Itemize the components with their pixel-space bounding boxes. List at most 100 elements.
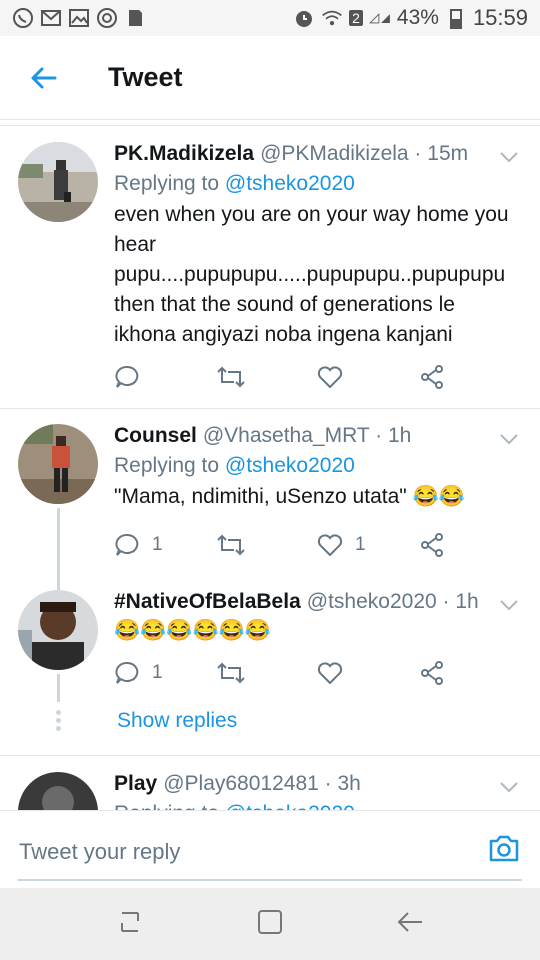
author-handle: @PKMadikizela · 15m [260, 142, 469, 165]
like-count: 1 [355, 534, 366, 555]
author-name[interactable]: PK.Madikizela [114, 142, 254, 166]
heart-icon [317, 366, 343, 389]
reply-input[interactable]: Tweet your reply [19, 839, 180, 865]
share-button[interactable] [419, 532, 521, 558]
tweet-text-line: hear [114, 233, 157, 256]
app-bar: Tweet [0, 36, 540, 120]
retweet-icon [216, 534, 245, 556]
tweet[interactable]: PK.Madikizela @PKMadikizela · 15m Replyi… [0, 142, 540, 350]
reply-button[interactable]: 1 [114, 660, 216, 686]
share-button[interactable] [419, 364, 521, 390]
chevron-down-icon[interactable] [498, 776, 520, 798]
battery-percent: 43% [396, 6, 439, 29]
tweet-text: "Mama, ndimithi, uSenzo utata" 😂😂 [114, 485, 465, 508]
alarm-icon [293, 7, 315, 29]
replying-prefix: Replying to [114, 454, 220, 477]
tweet-text: 😂😂😂😂😂😂 [114, 619, 271, 642]
signal-icon [369, 7, 391, 29]
sim-badge: 2 [349, 10, 363, 26]
chevron-down-icon[interactable] [498, 594, 520, 616]
replying-to: Replying to @tsheko2020 [114, 802, 520, 810]
camera-button[interactable] [488, 833, 520, 868]
whatsapp-icon [12, 7, 34, 29]
tweet-text-line: pupu....pupupupu.....pupupupu..pupupupu [114, 263, 506, 286]
tweet-text-line: ikhona angiyazi noba ingena kanjani [114, 323, 453, 346]
share-icon [420, 661, 443, 685]
more-dots [56, 710, 61, 731]
mention-link[interactable]: @tsheko2020 [225, 454, 355, 477]
reply-composer: Tweet your reply [0, 810, 540, 886]
like-button[interactable]: 1 [317, 532, 419, 558]
input-underline [18, 879, 522, 881]
reply-icon [115, 661, 139, 684]
reply-button[interactable]: 1 [114, 532, 216, 558]
reply-icon [115, 365, 139, 388]
thread-line [57, 674, 60, 702]
share-icon [420, 533, 443, 557]
share-icon [420, 365, 443, 389]
like-button[interactable] [317, 364, 419, 390]
tweet-header: #NativeOfBelaBela @tsheko2020 · 1h [114, 590, 520, 614]
avatar[interactable] [18, 424, 98, 504]
like-button[interactable] [317, 660, 419, 686]
chevron-down-icon[interactable] [498, 146, 520, 168]
wifi-icon [321, 7, 343, 29]
heart-icon [317, 534, 343, 557]
author-handle: @tsheko2020 · 1h [306, 590, 479, 613]
retweet-button[interactable] [216, 532, 318, 558]
replying-prefix: Replying to [114, 802, 219, 810]
author-name[interactable]: Play [114, 772, 157, 796]
tweet-header: PK.Madikizela @PKMadikizela · 15m [114, 142, 520, 166]
back-arrow-icon [397, 911, 422, 932]
tweet-text-line: even when you are on your way home you [114, 203, 509, 226]
status-bar: 2 43% 15:59 [0, 0, 540, 36]
system-nav-bar [0, 888, 540, 960]
retweet-button[interactable] [216, 364, 318, 390]
author-name[interactable]: #NativeOfBelaBela [114, 590, 301, 614]
avatar[interactable] [18, 590, 98, 670]
avatar[interactable] [18, 142, 98, 222]
author-name[interactable]: Counsel [114, 424, 197, 448]
tweet-text-line: then that the sound of generations le [114, 293, 455, 316]
home-icon [258, 909, 282, 934]
divider [0, 120, 540, 126]
recent-apps-button[interactable] [116, 909, 144, 940]
avatar[interactable] [18, 772, 98, 810]
back-button[interactable] [0, 36, 86, 120]
arrow-left-icon [31, 67, 57, 88]
tweet-header: Play @Play68012481 · 3h [114, 772, 520, 796]
replying-prefix: Replying to [114, 172, 220, 195]
share-button[interactable] [419, 660, 521, 686]
camera-roll-icon [96, 7, 118, 29]
retweet-icon [216, 662, 245, 684]
heart-icon [317, 662, 343, 685]
reply-button[interactable] [114, 364, 216, 390]
tweet-feed[interactable]: PK.Madikizela @PKMadikizela · 15m Replyi… [0, 120, 540, 810]
chevron-down-icon[interactable] [498, 428, 520, 450]
tweet[interactable]: Play @Play68012481 · 3h Replying to @tsh… [0, 772, 540, 810]
tweet[interactable]: Counsel @Vhasetha_MRT · 1h Replying to @… [0, 424, 540, 512]
mention-link[interactable]: @tsheko2020 [225, 172, 355, 195]
tweet-actions: 1 [114, 660, 520, 686]
home-button[interactable] [256, 908, 284, 941]
retweet-icon [216, 366, 245, 388]
system-back-button[interactable] [396, 909, 424, 940]
page-title: Tweet [108, 62, 183, 92]
retweet-button[interactable] [216, 660, 318, 686]
battery-icon [445, 7, 467, 29]
thread-line [57, 508, 60, 590]
replying-to: Replying to @tsheko2020 [114, 454, 520, 478]
replying-to: Replying to @tsheko2020 [114, 172, 520, 196]
show-replies-link[interactable]: Show replies [117, 709, 237, 733]
gallery-icon [68, 7, 90, 29]
author-handle: @Vhasetha_MRT · 1h [202, 424, 412, 447]
reply-count: 1 [152, 534, 163, 555]
tweet[interactable]: #NativeOfBelaBela @tsheko2020 · 1h 😂😂😂😂😂… [0, 590, 540, 670]
clock: 15:59 [472, 5, 528, 30]
tweet-header: Counsel @Vhasetha_MRT · 1h [114, 424, 520, 448]
divider [0, 408, 540, 409]
tweet-actions [114, 364, 520, 390]
mention-link[interactable]: @tsheko2020 [225, 802, 355, 810]
tweet-actions: 1 1 [114, 532, 520, 558]
reply-count: 1 [152, 662, 163, 683]
